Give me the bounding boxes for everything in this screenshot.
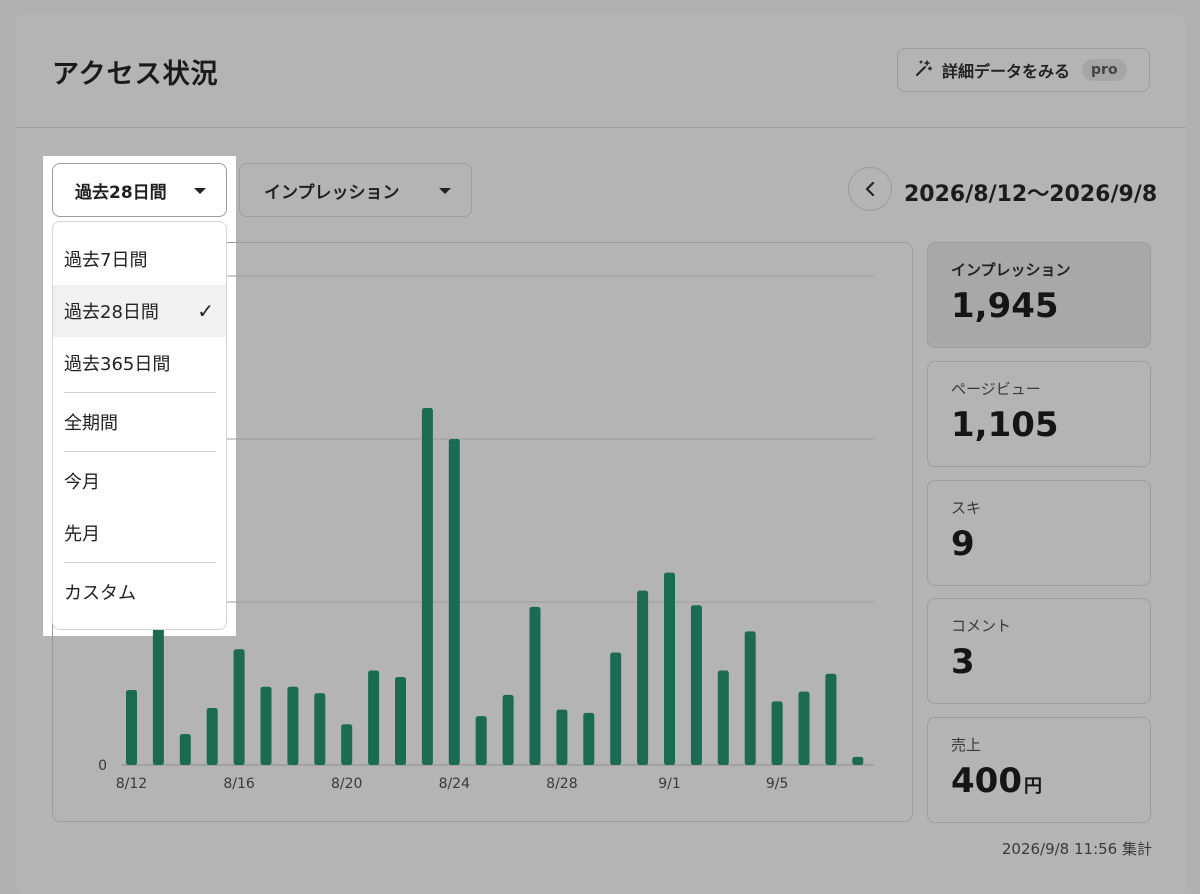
detail-data-button[interactable]: 詳細データをみる pro [897,48,1150,92]
currency-unit: 円 [1023,776,1042,797]
stat-card-sales[interactable]: 売上 400 円 [927,717,1151,823]
bar-8/29[interactable] [583,712,595,765]
bar-9/2[interactable] [690,605,702,765]
stat-label: 売上 [951,736,982,754]
bar-8/20[interactable] [341,724,353,765]
stat-value: 1,105 [951,405,1059,445]
bar-8/23[interactable] [421,408,433,765]
stat-label: スキ [951,499,982,517]
menu-divider [64,392,216,393]
bar-8/26[interactable] [502,694,514,765]
y-tick-label: 0 [98,758,107,774]
menu-item-last-month[interactable]: 先月 [53,507,226,559]
bar-8/21[interactable] [368,670,380,765]
menu-item-label: 過去7日間 [64,250,148,271]
aggregation-timestamp: 2026/9/8 11:56 集計 [1001,840,1152,858]
menu-divider [64,562,216,563]
page-title: アクセス状況 [52,59,219,90]
stat-label: ページビュー [951,380,1041,398]
menu-item-this-month[interactable]: 今月 [53,455,226,507]
menu-item-label: カスタム [64,583,136,604]
stat-card-likes[interactable]: スキ 9 [927,480,1151,586]
x-tick-label: 8/24 [439,776,471,792]
bar-8/27[interactable] [529,606,541,765]
bar-8/25[interactable] [475,716,487,765]
x-tick-label: 8/28 [546,776,577,792]
menu-item-label: 過去365日間 [64,354,171,375]
bar-8/14[interactable] [179,734,191,765]
x-tick-label: 9/5 [766,776,789,792]
stat-card-impressions[interactable]: インプレッション 1,945 [927,242,1151,348]
menu-item-label: 今月 [64,472,100,493]
menu-item-365days[interactable]: 過去365日間 [53,337,226,389]
x-tick-label: 9/1 [658,776,681,792]
previous-period-button[interactable] [848,167,892,211]
chevron-left-icon [865,181,875,197]
x-tick-label: 8/12 [116,776,147,792]
date-range: 2026/8/12〜2026/9/8 [904,182,1158,207]
header-divider [16,127,1186,128]
bar-9/1[interactable] [664,572,675,765]
stat-value: 1,945 [951,286,1059,326]
bar-8/30[interactable] [610,652,622,765]
checkmark-icon: ✓ [197,299,214,323]
detail-button-label: 詳細データをみる [942,62,1071,81]
bar-8/19[interactable] [314,693,326,765]
sparkle-wand-icon [914,58,934,82]
bar-8/12[interactable] [126,690,137,765]
metric-select-value: インプレッション [264,182,400,203]
stat-label: コメント [951,617,1012,635]
menu-item-custom[interactable]: カスタム [53,566,226,618]
bar-8/15[interactable] [206,707,218,765]
sales-amount: 400 [951,761,1022,801]
menu-item-all-time[interactable]: 全期間 [53,396,226,448]
stat-card-comments[interactable]: コメント 3 [927,598,1151,704]
bar-8/31[interactable] [637,590,649,765]
stat-value: 9 [951,524,975,564]
period-select[interactable]: 過去28日間 [52,163,227,217]
bar-8/13[interactable] [152,623,164,765]
bar-9/8[interactable] [852,756,864,765]
stat-value: 400 円 [951,761,1150,801]
bar-9/3[interactable] [717,670,729,765]
bar-8/17[interactable] [260,686,272,765]
x-tick-label: 8/20 [331,776,362,792]
x-tick-label: 8/16 [223,776,255,792]
menu-item-label: 過去28日間 [64,302,159,323]
menu-item-label: 全期間 [64,413,118,434]
period-select-value: 過去28日間 [75,182,167,203]
caret-down-icon [439,188,451,194]
bar-8/24[interactable] [448,439,460,765]
metric-select[interactable]: インプレッション [239,163,472,217]
bar-8/28[interactable] [556,709,568,765]
menu-divider [64,451,216,452]
bar-9/5[interactable] [771,701,783,765]
period-dropdown-menu: 過去7日間 過去28日間 ✓ 過去365日間 全期間 今月 先月 カスタム [52,221,227,630]
bar-8/18[interactable] [287,686,299,765]
stat-value: 3 [951,642,975,682]
stat-card-pageviews[interactable]: ページビュー 1,105 [927,361,1151,467]
menu-item-28days[interactable]: 過去28日間 ✓ [53,285,226,337]
bar-9/6[interactable] [798,691,810,765]
pro-badge: pro [1082,59,1127,81]
bar-8/22[interactable] [395,676,406,765]
caret-down-icon [194,188,206,194]
stat-label: インプレッション [951,261,1071,279]
bar-9/4[interactable] [744,631,756,765]
menu-item-label: 先月 [64,524,100,545]
bar-9/7[interactable] [825,673,837,765]
bar-8/16[interactable] [233,649,245,765]
menu-item-7days[interactable]: 過去7日間 [53,233,226,285]
